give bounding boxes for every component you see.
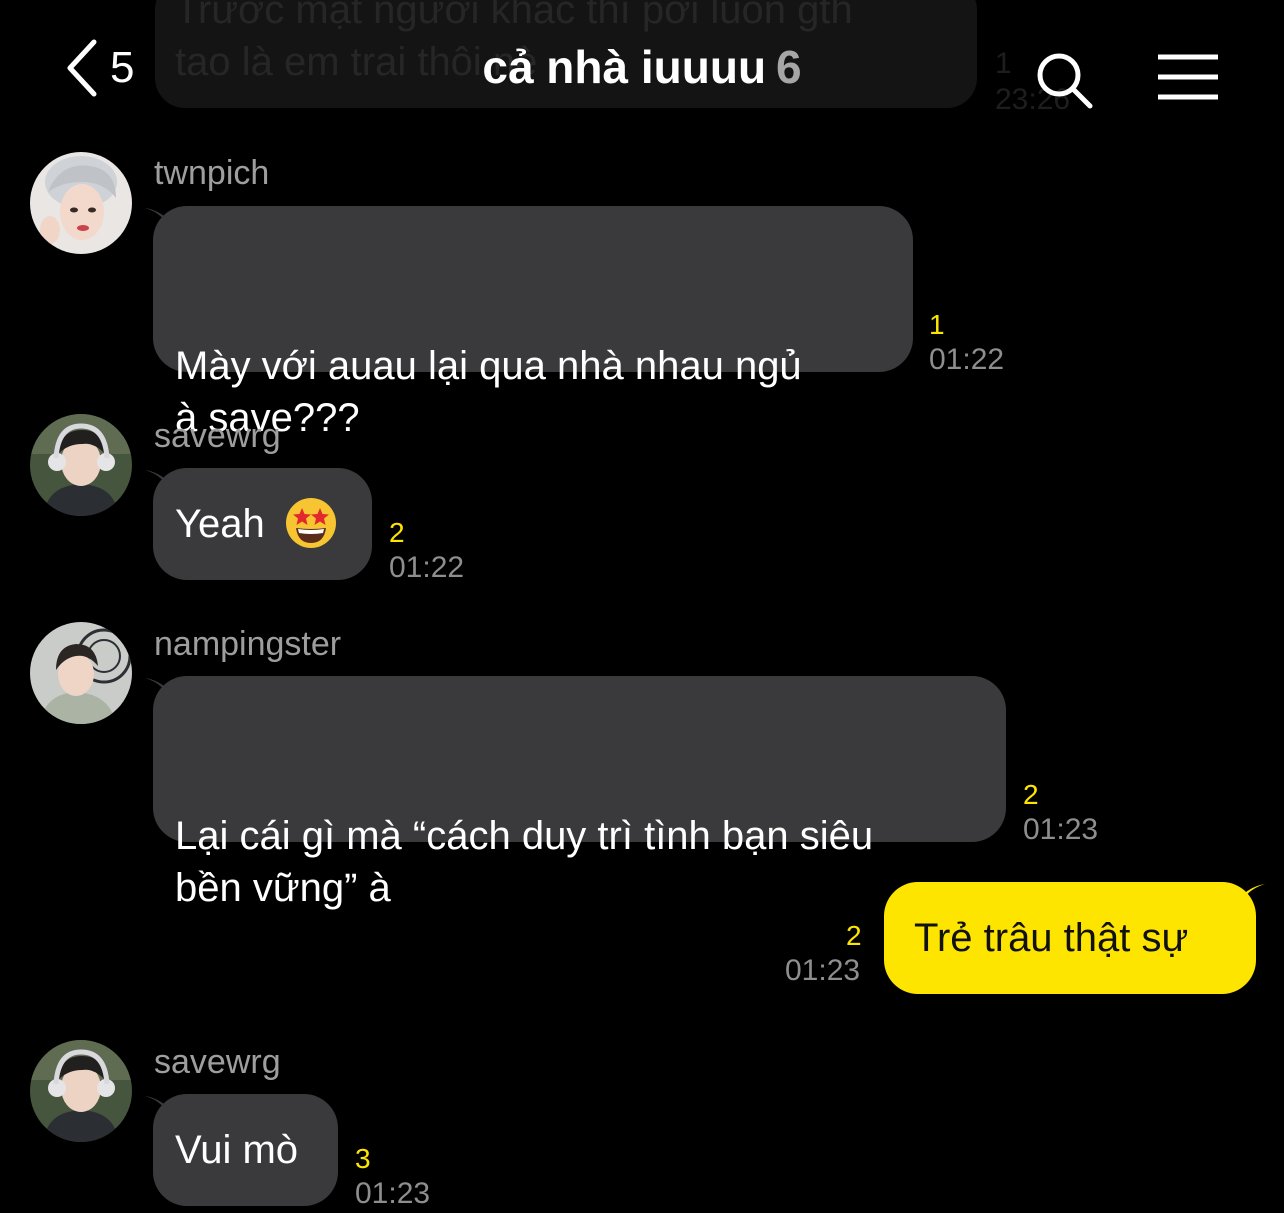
message-time: 01:22 (389, 551, 465, 584)
message-text: Lại cái gì mà “cách duy trì tình bạn siê… (175, 814, 874, 910)
bubble-tail (145, 208, 171, 232)
chat-header: 5 cả nhà iuuuu 6 (0, 0, 1284, 130)
unread-count: 3 (355, 1143, 371, 1174)
message-bubble[interactable]: Mày với auau lại qua nhà nhau ngủ à save… (145, 206, 913, 440)
bubble-tail (145, 678, 171, 702)
unread-count: 1 (929, 309, 945, 340)
message-time: 01:23 (1023, 813, 1099, 846)
message-bubble[interactable]: Lại cái gì mà “cách duy trì tình bạn siê… (145, 676, 1006, 910)
avatar-nampingster[interactable] (30, 622, 132, 724)
avatar-twnpich[interactable] (30, 152, 132, 254)
star-struck-emoji-icon (285, 498, 336, 549)
bubble-tail (1239, 884, 1265, 908)
message-time: 01:23 (355, 1177, 431, 1210)
menu-icon[interactable] (1156, 52, 1220, 102)
my-message-bubble[interactable]: Trẻ trâu thật sự (884, 882, 1265, 994)
member-count: 6 (776, 41, 802, 93)
bubble-tail (145, 470, 171, 494)
avatar-savewrg[interactable] (30, 1040, 132, 1142)
bubble-tail (145, 1096, 171, 1120)
message-text: Trẻ trâu thật sự (914, 916, 1189, 960)
message-text: Yeah (175, 502, 265, 546)
message-time: 01:22 (929, 343, 1005, 376)
chat-title-text: cả nhà iuuuu (482, 41, 767, 93)
message-time: 01:23 (785, 954, 861, 987)
message-bubble[interactable]: Vui mò (145, 1094, 338, 1206)
unread-count: 2 (846, 920, 862, 951)
message-text: Vui mò (175, 1128, 299, 1172)
sender-name: savewrg (154, 1043, 281, 1081)
unread-count: 2 (1023, 779, 1039, 810)
unread-count: 2 (389, 517, 405, 548)
search-icon[interactable] (1034, 50, 1094, 110)
sender-name: nampingster (154, 625, 342, 663)
sender-name: savewrg (154, 417, 281, 455)
message-bubble[interactable]: Yeah (145, 468, 372, 580)
avatar-savewrg[interactable] (30, 414, 132, 516)
sender-name: twnpich (154, 154, 270, 192)
